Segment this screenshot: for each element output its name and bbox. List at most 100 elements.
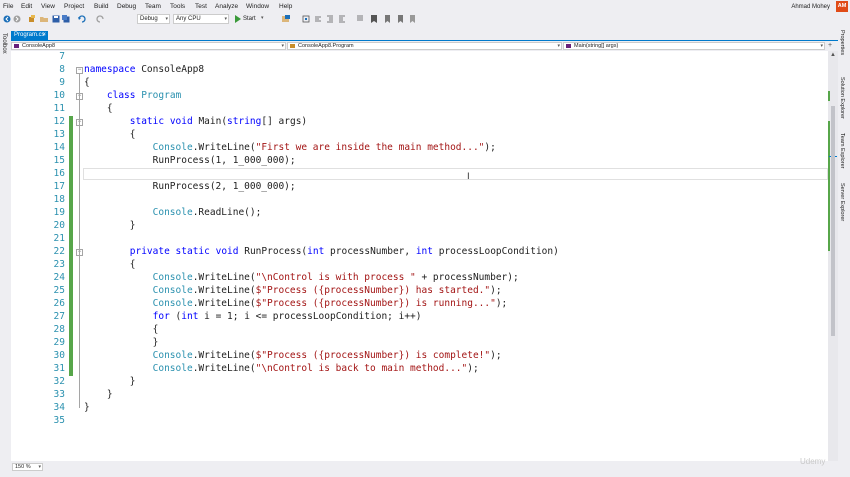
outdent-icon[interactable] xyxy=(338,15,346,23)
code-line[interactable]: } xyxy=(84,402,90,413)
bookmark-clear-icon[interactable] xyxy=(408,15,416,23)
toolbox-tab[interactable]: Toolbox xyxy=(1,33,7,54)
start-icon[interactable] xyxy=(234,15,242,23)
new-project-icon[interactable] xyxy=(28,15,36,23)
method-icon xyxy=(566,44,571,48)
code-line[interactable]: Console.WriteLine($"Process ({processNum… xyxy=(84,285,502,296)
back-icon[interactable] xyxy=(3,15,11,23)
line-number: 27 xyxy=(53,311,65,322)
line-number: 25 xyxy=(53,285,65,296)
redo-icon[interactable] xyxy=(96,15,104,23)
undo-icon[interactable] xyxy=(78,15,86,23)
code-line[interactable]: } xyxy=(84,389,113,400)
code-line[interactable]: RunProcess(1, 1_000_000); xyxy=(84,155,296,166)
code-line[interactable]: class Program xyxy=(84,90,181,101)
menu-file[interactable]: File xyxy=(3,3,13,10)
change-indicator xyxy=(69,116,73,376)
code-line[interactable]: RunProcess(2, 1_000_000); xyxy=(84,181,296,192)
line-number: 10 xyxy=(53,90,65,101)
bookmark-icon[interactable] xyxy=(370,15,378,23)
open-icon[interactable] xyxy=(40,15,48,23)
menu-team[interactable]: Team xyxy=(145,3,161,10)
split-icon[interactable]: + xyxy=(828,42,832,49)
menu-window[interactable]: Window xyxy=(246,3,269,10)
menu-test[interactable]: Test xyxy=(195,3,207,10)
code-line[interactable]: for (int i = 1; i <= processLoopConditio… xyxy=(84,311,422,322)
user-name[interactable]: Ahmad Mohey xyxy=(791,4,830,10)
code-line[interactable]: private static void RunProcess(int proce… xyxy=(84,246,559,257)
menu-project[interactable]: Project xyxy=(64,3,84,10)
zoom-value: 150 % xyxy=(15,464,31,470)
type-dropdown[interactable]: ConsoleApp8.Program ▾ xyxy=(287,42,562,50)
line-number: 29 xyxy=(53,337,65,348)
code-line[interactable]: Console.WriteLine($"Process ({processNum… xyxy=(84,350,502,361)
line-number: 7 xyxy=(59,51,65,62)
line-number: 9 xyxy=(59,77,65,88)
code-line[interactable]: namespace ConsoleApp8 xyxy=(84,64,204,75)
navigation-bar: ConsoleApp8 ▾ ConsoleApp8.Program ▾ Main… xyxy=(11,41,838,51)
code-line[interactable]: } xyxy=(84,376,136,387)
tab-server-explorer[interactable]: Server Explorer xyxy=(839,183,845,221)
code-line[interactable]: Console.WriteLine("First we are inside t… xyxy=(84,142,496,153)
indent-icon[interactable] xyxy=(326,15,334,23)
project-dropdown[interactable]: ConsoleApp8 ▾ xyxy=(11,42,286,50)
code-line[interactable]: } xyxy=(84,220,136,231)
code-line[interactable]: { xyxy=(84,129,136,140)
save-icon[interactable] xyxy=(52,15,60,23)
code-line[interactable]: { xyxy=(84,77,90,88)
menu-edit[interactable]: Edit xyxy=(21,3,32,10)
save-all-icon[interactable] xyxy=(62,15,70,23)
chevron-down-icon: ▾ xyxy=(224,16,227,22)
zoom-dropdown[interactable]: 150 % ▾ xyxy=(12,463,43,471)
scroll-up-icon[interactable]: ▲ xyxy=(830,52,836,58)
menu-tools[interactable]: Tools xyxy=(170,3,185,10)
collapse-icon[interactable]: − xyxy=(76,67,83,74)
tab-properties[interactable]: Properties xyxy=(839,30,845,55)
chevron-down-icon: ▾ xyxy=(38,464,41,470)
project-icon xyxy=(14,44,19,48)
project-value: ConsoleApp8 xyxy=(22,43,56,49)
close-icon[interactable]: × xyxy=(42,31,46,40)
bookmark-prev-icon[interactable] xyxy=(384,15,392,23)
code-line[interactable]: { xyxy=(84,259,136,270)
watermark-logo: Udemy xyxy=(800,457,826,466)
code-line[interactable]: Console.WriteLine($"Process ({processNum… xyxy=(84,298,508,309)
browser-link-icon[interactable] xyxy=(282,15,290,23)
bookmark-next-icon[interactable] xyxy=(396,15,404,23)
line-number: 17 xyxy=(53,181,65,192)
line-number: 21 xyxy=(53,233,65,244)
comment-icon[interactable] xyxy=(356,15,364,23)
menu-debug[interactable]: Debug xyxy=(117,3,136,10)
configuration-dropdown[interactable]: Debug ▾ xyxy=(137,14,170,24)
member-value: Main(string[] args) xyxy=(574,43,619,49)
document-tab[interactable]: Program.cs × xyxy=(11,31,48,40)
code-line[interactable]: Console.WriteLine("\nControl is with pro… xyxy=(84,272,519,283)
vertical-scrollbar[interactable]: ▲ xyxy=(828,51,838,461)
forward-icon[interactable] xyxy=(13,15,21,23)
code-line[interactable]: Console.ReadLine(); xyxy=(84,207,262,218)
format-icon[interactable] xyxy=(314,15,322,23)
scrollbar-thumb[interactable] xyxy=(831,106,835,336)
line-number: 12 xyxy=(53,116,65,127)
platform-value: Any CPU xyxy=(176,16,201,22)
menu-help[interactable]: Help xyxy=(279,3,292,10)
platform-dropdown[interactable]: Any CPU ▾ xyxy=(173,14,229,24)
start-button-label[interactable]: Start xyxy=(243,16,256,22)
menu-view[interactable]: View xyxy=(41,3,55,10)
code-line[interactable]: { xyxy=(84,324,159,335)
chevron-down-icon[interactable]: ▾ xyxy=(261,15,264,21)
code-editor[interactable]: I 7 8 namespace ConsoleApp8 9 {10 class Prog… xyxy=(11,51,828,461)
line-number: 14 xyxy=(53,142,65,153)
line-number: 24 xyxy=(53,272,65,283)
code-line[interactable]: static void Main(string[] args) xyxy=(84,116,307,127)
code-line[interactable]: } xyxy=(84,337,159,348)
menu-build[interactable]: Build xyxy=(94,3,108,10)
tab-solution-explorer[interactable]: Solution Explorer xyxy=(839,77,845,119)
menu-analyze[interactable]: Analyze xyxy=(215,3,238,10)
avatar[interactable]: AM xyxy=(836,1,848,12)
code-line[interactable]: Console.WriteLine("\nControl is back to … xyxy=(84,363,479,374)
member-dropdown[interactable]: Main(string[] args) ▾ xyxy=(563,42,825,50)
step-icon[interactable] xyxy=(302,15,310,23)
tab-team-explorer[interactable]: Team Explorer xyxy=(839,133,845,168)
code-line[interactable]: { xyxy=(84,103,113,114)
